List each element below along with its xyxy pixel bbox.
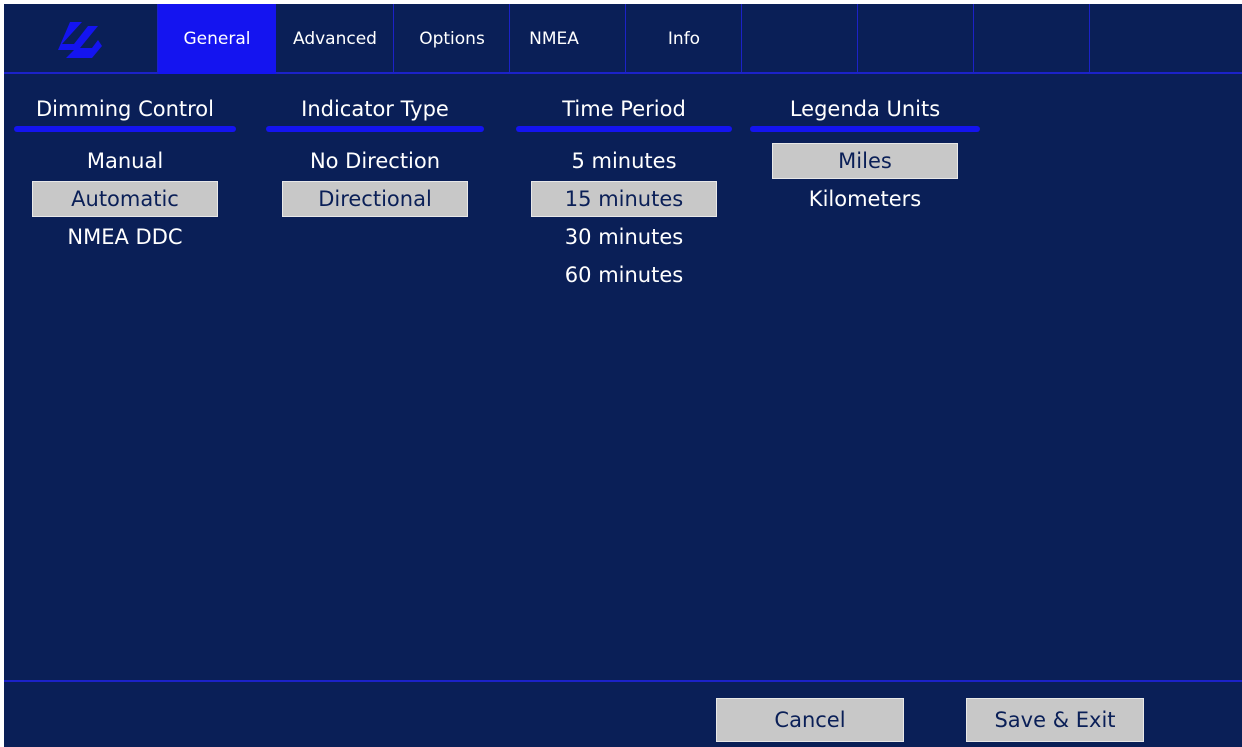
time-option-5-minutes[interactable]: 5 minutes bbox=[516, 142, 732, 180]
time-option-60-minutes[interactable]: 60 minutes bbox=[516, 256, 732, 294]
footer-bar: Cancel Save & Exit bbox=[4, 680, 1242, 747]
legenda-units-group: Legenda Units Miles Kilometers bbox=[750, 94, 980, 218]
brand-logo-icon bbox=[58, 22, 102, 58]
tab-divider bbox=[858, 4, 974, 74]
tab-general[interactable]: General bbox=[158, 4, 276, 74]
screen: General Advanced Options NMEA Info Dimmi… bbox=[0, 0, 1242, 747]
tab-divider bbox=[974, 4, 1090, 74]
indicator-option-directional[interactable]: Directional bbox=[266, 180, 484, 218]
save-exit-button[interactable]: Save & Exit bbox=[966, 698, 1144, 742]
legenda-units-title: Legenda Units bbox=[789, 97, 941, 121]
indicator-type-title: Indicator Type bbox=[301, 97, 449, 121]
settings-panel: General Advanced Options NMEA Info Dimmi… bbox=[4, 4, 1242, 747]
cancel-button[interactable]: Cancel bbox=[716, 698, 904, 742]
units-option-miles[interactable]: Miles bbox=[750, 142, 980, 180]
title-underline bbox=[516, 126, 732, 132]
title-underline bbox=[750, 126, 980, 132]
time-period-title: Time Period bbox=[562, 97, 686, 121]
tab-options[interactable]: Options bbox=[394, 4, 510, 74]
time-period-group: Time Period 5 minutes 15 minutes 30 minu… bbox=[516, 94, 732, 294]
tab-info[interactable]: Info bbox=[626, 4, 742, 74]
dimming-option-manual[interactable]: Manual bbox=[14, 142, 236, 180]
time-option-15-minutes[interactable]: 15 minutes bbox=[516, 180, 732, 218]
title-underline bbox=[266, 126, 484, 132]
dimming-control-group: Dimming Control Manual Automatic NMEA DD… bbox=[14, 94, 236, 256]
title-underline bbox=[14, 126, 236, 132]
dimming-option-nmea-ddc[interactable]: NMEA DDC bbox=[14, 218, 236, 256]
time-option-30-minutes[interactable]: 30 minutes bbox=[516, 218, 732, 256]
tab-nmea[interactable]: NMEA bbox=[510, 4, 598, 74]
tab-advanced[interactable]: Advanced bbox=[276, 4, 394, 74]
tab-bar: General Advanced Options NMEA Info bbox=[4, 4, 1242, 74]
indicator-type-group: Indicator Type No Direction Directional bbox=[266, 94, 484, 218]
indicator-option-no-direction[interactable]: No Direction bbox=[266, 142, 484, 180]
tab-divider bbox=[742, 4, 858, 74]
dimming-control-title: Dimming Control bbox=[36, 97, 214, 121]
units-option-kilometers[interactable]: Kilometers bbox=[750, 180, 980, 218]
dimming-option-automatic[interactable]: Automatic bbox=[14, 180, 236, 218]
tab-divider bbox=[1090, 4, 1242, 74]
